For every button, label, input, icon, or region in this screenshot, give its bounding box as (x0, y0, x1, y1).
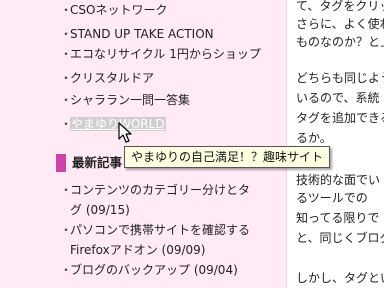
body-text-line: タグを追加できる (296, 111, 384, 125)
recent-post-item[interactable]: ・ ブログのバックアップ (09/04) (60, 260, 280, 280)
body-text-line: 技術的な面でい (296, 173, 381, 187)
recent-post-item[interactable]: ・ パソコンで携帯サイトを確認する Firefoxアドオン (09/09) (60, 220, 280, 260)
main-content: て、タグをクリッ さらに、よく使わ ものなのか？と上 どちらも同じよう いるので… (296, 0, 384, 288)
bullet: ・ (60, 223, 73, 237)
recent-post-item[interactable]: ・ コンテンツのカテゴリー分けとタ グ (09/15) (60, 180, 280, 220)
body-text-line: と、同じくブログ (296, 231, 384, 245)
column-divider (286, 0, 287, 288)
recent-post-title-line1[interactable]: ブログのバックアップ (09/04) (70, 263, 238, 277)
recent-post-title-line2[interactable]: Firefoxアドオン (09/09) (70, 243, 205, 257)
body-text-line: どちらも同じよう (296, 71, 384, 85)
link-item[interactable]: ・CSOネットワーク (60, 2, 167, 18)
body-text-line: しかし、タグとい (296, 271, 384, 285)
bullet: ・ (60, 117, 73, 131)
link-item[interactable]: ・シャララン一問一答集 (60, 92, 190, 108)
body-text-line: ものなのか？と上 (296, 35, 384, 49)
link-label[interactable]: エコなリサイクル 1円からショップ (70, 47, 261, 61)
recent-post-title-line1[interactable]: パソコンで携帯サイトを確認する (70, 223, 250, 237)
body-text-line: るツールでの (296, 191, 368, 205)
link-tooltip: やまゆりの自己満足！？趣味サイト (124, 146, 331, 168)
link-item[interactable]: ・STAND UP TAKE ACTION (60, 26, 214, 42)
heading-accent (56, 154, 66, 172)
link-item-hovered[interactable]: ・やまゆりWORLD (60, 116, 166, 132)
sidebar: ・CSOネットワーク ・STAND UP TAKE ACTION ・エコなリサイ… (0, 0, 286, 288)
recent-posts-title: 最新記事 (72, 155, 123, 170)
bullet: ・ (60, 47, 73, 61)
bullet: ・ (60, 71, 73, 85)
body-text-line: さらに、よく使わ (296, 17, 384, 31)
bullet: ・ (60, 183, 73, 197)
link-label[interactable]: CSOネットワーク (70, 3, 167, 17)
body-text-line: いるので、系統 (296, 91, 380, 105)
recent-post-title-line1[interactable]: コンテンツのカテゴリー分けとタ (70, 183, 250, 197)
bullet: ・ (60, 3, 73, 17)
bullet: ・ (60, 27, 73, 41)
link-item[interactable]: ・エコなリサイクル 1円からショップ (60, 46, 261, 62)
mouse-pointer-icon (118, 122, 132, 143)
bullet: ・ (60, 263, 73, 277)
recent-posts-list: ・ コンテンツのカテゴリー分けとタ グ (09/15) ・ パソコンで携帯サイト… (60, 180, 280, 280)
recent-post-title-line2[interactable]: グ (09/15) (70, 203, 130, 217)
body-text-line: るか。 (296, 131, 332, 145)
link-label[interactable]: クリスタルドア (70, 71, 154, 85)
bullet: ・ (60, 93, 73, 107)
link-item[interactable]: ・クリスタルドア (60, 70, 154, 86)
link-label[interactable]: シャララン一問一答集 (70, 93, 190, 107)
link-label[interactable]: STAND UP TAKE ACTION (70, 27, 214, 41)
body-text-line: 知ってる限りで (296, 211, 380, 225)
